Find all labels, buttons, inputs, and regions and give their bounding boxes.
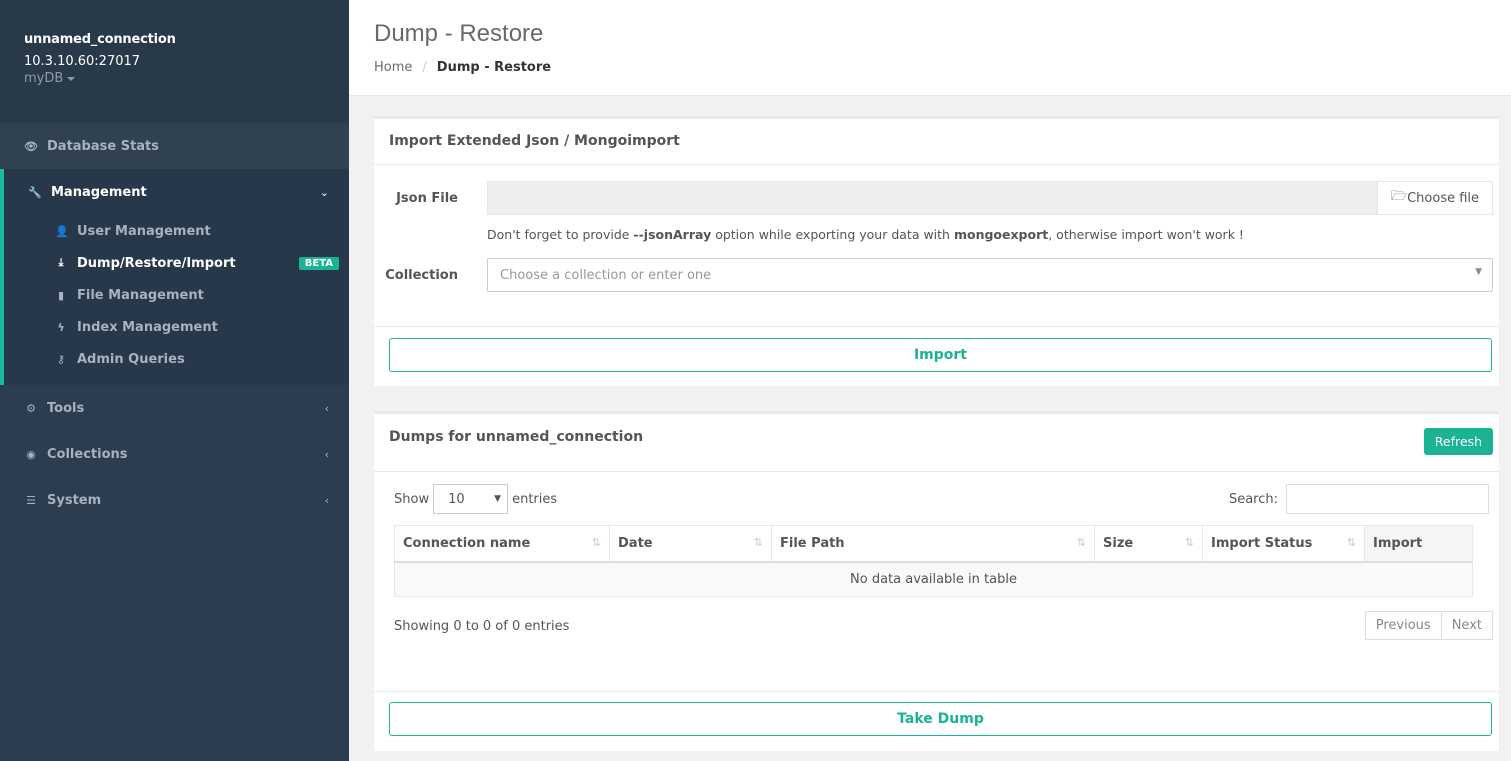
management-group: 🔧 Management ⌄ 👤 User Management ⤓ Dump/Rest… [0, 169, 349, 385]
caret-down-icon: ▼ [1475, 267, 1482, 277]
table-search: Search: [1229, 484, 1489, 514]
sidebar-item-label: File Management [77, 287, 204, 303]
sort-icon: ⇅ [591, 535, 601, 549]
bolt-icon: ϟ [57, 320, 65, 334]
sidebar-item-database-stats[interactable]: 👁 Database Stats [0, 123, 349, 169]
column-import-status[interactable]: Import Status ⇅ [1202, 525, 1365, 563]
column-connection-name[interactable]: Connection name ⇅ [394, 525, 610, 563]
sidebar-item-index-management[interactable]: ϟ Index Management [4, 311, 349, 343]
connection-host: 10.3.10.60:27017 [24, 54, 141, 69]
file-icon: ▮ [57, 288, 65, 302]
chevron-left-icon: ‹ [324, 447, 329, 461]
import-panel: Import Extended Json / Mongoimport Json … [374, 116, 1499, 386]
entries-length: Show 10 ▼ entries [394, 484, 557, 514]
column-size[interactable]: Size ⇅ [1094, 525, 1203, 563]
user-icon: 👤 [55, 224, 69, 238]
eye-icon: 👁 [24, 139, 38, 153]
caret-down-icon [67, 76, 76, 81]
json-file-label: Json File [396, 191, 458, 206]
import-panel-title: Import Extended Json / Mongoimport [374, 119, 1499, 165]
import-hint: Don't forget to provide --jsonArray opti… [487, 227, 1244, 242]
connection-header: unnamed_connection 10.3.10.60:27017 myDB [0, 0, 349, 123]
database-dropdown[interactable]: myDB [24, 71, 325, 86]
sidebar-item-label: Tools [47, 400, 85, 416]
search-input[interactable] [1286, 484, 1489, 514]
table-info: Showing 0 to 0 of 0 entries [394, 619, 570, 634]
connection-name: unnamed_connection [24, 32, 176, 47]
breadcrumb-current: Dump - Restore [436, 60, 552, 75]
json-file-input[interactable]: 🗁 Choose file [487, 181, 1493, 215]
entries-select[interactable]: 10 ▼ [433, 484, 509, 514]
column-date[interactable]: Date ⇅ [609, 525, 772, 563]
sidebar-item-label: User Management [77, 223, 211, 239]
chevron-down-icon: ⌄ [319, 185, 329, 199]
sort-icon: ⇅ [1184, 535, 1194, 549]
sidebar-item-label: Management [51, 184, 147, 200]
folder-open-icon: 🗁 [1390, 189, 1408, 204]
sidebar-item-label: Index Management [77, 319, 218, 335]
sidebar-item-tools[interactable]: ⚙ Tools ‹ [0, 385, 349, 431]
dumps-panel: Dumps for unnamed_connection Refresh Sho… [374, 411, 1499, 751]
database-name: myDB [24, 71, 64, 86]
sidebar-item-label: Collections [47, 446, 128, 462]
collection-select[interactable]: Choose a collection or enter one ▼ [487, 258, 1493, 292]
page-header: Dump - Restore Home / Dump - Restore [349, 0, 1511, 96]
table-row-empty: No data available in table [394, 561, 1473, 597]
sidebar-item-label: Admin Queries [77, 351, 185, 367]
sidebar-item-user-management[interactable]: 👤 User Management [4, 215, 349, 247]
sidebar-item-label: Database Stats [47, 138, 160, 154]
pagination: Previous Next [1364, 611, 1493, 640]
sidebar: unnamed_connection 10.3.10.60:27017 myDB… [0, 0, 349, 761]
page-title: Dump - Restore [374, 20, 544, 47]
dashboard-icon: ◉ [26, 447, 36, 461]
sidebar-item-system[interactable]: ☰ System ‹ [0, 477, 349, 523]
take-dump-button[interactable]: Take Dump [389, 702, 1492, 736]
column-file-path[interactable]: File Path ⇅ [771, 525, 1095, 563]
sidebar-item-label: Dump/Restore/Import [77, 255, 236, 271]
dumps-panel-title: Dumps for unnamed_connection [374, 414, 1499, 472]
sort-icon: ⇅ [753, 535, 763, 549]
previous-button[interactable]: Previous [1364, 611, 1442, 640]
beta-badge: BETA [298, 256, 339, 270]
collection-label: Collection [385, 268, 458, 283]
sidebar-item-file-management[interactable]: ▮ File Management [4, 279, 349, 311]
sort-icon: ⇅ [1076, 535, 1086, 549]
import-button[interactable]: Import [389, 338, 1492, 372]
sidebar-item-dump-restore-import[interactable]: ⤓ Dump/Restore/Import BETA [4, 247, 349, 279]
gears-icon: ⚙ [26, 401, 36, 415]
sidebar-item-collections[interactable]: ◉ Collections ‹ [0, 431, 349, 477]
main-content: Dump - Restore Home / Dump - Restore Impor… [349, 0, 1511, 761]
server-icon: ☰ [26, 493, 36, 507]
breadcrumb-home[interactable]: Home [374, 60, 412, 75]
key-icon: ⚷ [56, 352, 66, 366]
chevron-left-icon: ‹ [324, 401, 329, 415]
download-icon: ⤓ [58, 256, 64, 269]
caret-down-icon: ▼ [494, 494, 502, 504]
wrench-icon: 🔧 [28, 185, 42, 199]
sidebar-item-admin-queries[interactable]: ⚷ Admin Queries [4, 343, 349, 375]
sort-icon: ⇅ [1346, 535, 1356, 549]
sidebar-item-management[interactable]: 🔧 Management ⌄ [4, 169, 349, 215]
choose-file-button[interactable]: 🗁 Choose file [1377, 182, 1492, 214]
next-button[interactable]: Next [1441, 611, 1493, 640]
breadcrumb: Home / Dump - Restore [374, 60, 552, 75]
sidebar-item-label: System [47, 492, 102, 508]
dumps-table: Connection name ⇅ Date ⇅ File Path ⇅ Size ⇅ … [394, 525, 1473, 597]
refresh-button[interactable]: Refresh [1423, 428, 1493, 455]
column-import: Import [1364, 525, 1473, 563]
chevron-left-icon: ‹ [324, 493, 329, 507]
